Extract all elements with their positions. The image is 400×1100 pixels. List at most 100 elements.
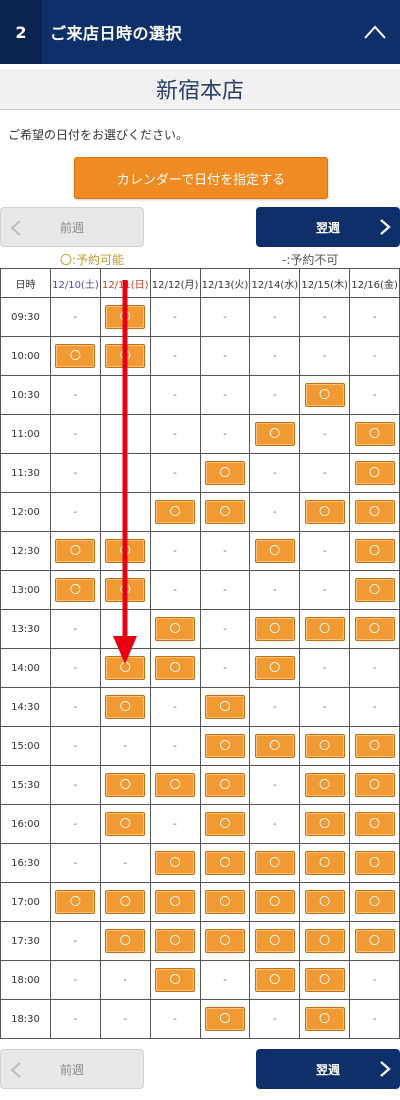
available-slot-button[interactable]: 〇 — [105, 539, 146, 563]
available-slot-button[interactable]: 〇 — [354, 890, 395, 914]
unavailable-slot: - — [249, 375, 301, 415]
available-slot-button[interactable]: 〇 — [105, 929, 146, 953]
available-slot-button[interactable]: 〇 — [155, 890, 196, 914]
available-slot-button[interactable]: 〇 — [304, 890, 345, 914]
available-slot-button[interactable]: 〇 — [155, 851, 196, 875]
available-slot-button[interactable]: 〇 — [204, 695, 245, 719]
available-slot-button[interactable]: 〇 — [204, 734, 245, 758]
time-label: 10:30 — [0, 375, 51, 415]
time-label: 17:30 — [0, 921, 51, 961]
available-slot-button[interactable]: 〇 — [155, 656, 196, 680]
available-slot-button[interactable]: 〇 — [304, 500, 345, 524]
time-row: 11:00- - - - 〇 - 〇 — [0, 414, 400, 454]
available-slot-button[interactable]: 〇 — [105, 695, 146, 719]
slot-cell: 〇 — [149, 921, 201, 961]
available-slot-button[interactable]: 〇 — [204, 890, 245, 914]
available-slot-button[interactable]: 〇 — [155, 773, 196, 797]
slot-cell: 〇 — [149, 648, 201, 688]
slot-cell: 〇 — [149, 609, 201, 649]
available-slot-button[interactable]: 〇 — [304, 812, 345, 836]
next-week-button-bottom[interactable]: 翌週 — [256, 1049, 400, 1089]
available-slot-button[interactable]: 〇 — [354, 851, 395, 875]
available-slot-button[interactable]: 〇 — [204, 929, 245, 953]
unavailable-slot: - — [99, 492, 151, 532]
unavailable-slot: - — [249, 687, 301, 727]
available-slot-button[interactable]: 〇 — [254, 734, 295, 758]
prev-week-button-bottom[interactable]: 前週 — [0, 1049, 144, 1089]
available-slot-button[interactable]: 〇 — [354, 617, 395, 641]
unavailable-slot: - — [50, 414, 101, 454]
available-slot-button[interactable]: 〇 — [304, 1007, 345, 1031]
slot-cell: 〇 — [349, 765, 400, 805]
available-slot-button[interactable]: 〇 — [354, 734, 395, 758]
available-slot-button[interactable]: 〇 — [155, 929, 196, 953]
available-slot-button[interactable]: 〇 — [354, 578, 395, 602]
available-slot-button[interactable]: 〇 — [354, 929, 395, 953]
available-slot-button[interactable]: 〇 — [204, 461, 245, 485]
time-row: 10:30- - - - - 〇 - — [0, 375, 400, 415]
available-slot-button[interactable]: 〇 — [354, 422, 395, 446]
available-slot-button[interactable]: 〇 — [105, 344, 146, 368]
unavailable-slot: - — [199, 336, 251, 376]
slot-cell: 〇 — [199, 492, 251, 532]
available-slot-button[interactable]: 〇 — [55, 890, 96, 914]
slot-cell: 〇 — [299, 765, 351, 805]
available-slot-button[interactable]: 〇 — [254, 929, 295, 953]
available-slot-button[interactable]: 〇 — [354, 812, 395, 836]
step-header[interactable]: 2 ご来店日時の選択 — [0, 0, 400, 64]
next-week-button[interactable]: 翌週 — [256, 207, 400, 247]
unavailable-slot: - — [349, 999, 400, 1039]
unavailable-slot: - — [299, 297, 351, 337]
available-slot-button[interactable]: 〇 — [354, 500, 395, 524]
available-slot-button[interactable]: 〇 — [55, 539, 96, 563]
available-slot-button[interactable]: 〇 — [354, 461, 395, 485]
prev-week-button[interactable]: 前週 — [0, 207, 144, 247]
instruction-text: ご希望の日付をお選びください。 — [8, 128, 189, 142]
available-slot-button[interactable]: 〇 — [155, 968, 196, 992]
legend-available: 〇:予約可能 — [60, 253, 125, 267]
available-slot-button[interactable]: 〇 — [304, 773, 345, 797]
available-slot-button[interactable]: 〇 — [105, 812, 146, 836]
available-slot-button[interactable]: 〇 — [254, 617, 295, 641]
available-slot-button[interactable]: 〇 — [55, 578, 96, 602]
available-slot-button[interactable]: 〇 — [204, 500, 245, 524]
available-slot-button[interactable]: 〇 — [105, 656, 146, 680]
slot-cell: 〇 — [249, 648, 301, 688]
time-label: 16:00 — [0, 804, 51, 844]
available-slot-button[interactable]: 〇 — [304, 734, 345, 758]
unavailable-slot: - — [149, 999, 201, 1039]
available-slot-button[interactable]: 〇 — [105, 773, 146, 797]
available-slot-button[interactable]: 〇 — [55, 344, 96, 368]
calendar-button[interactable]: カレンダーで日付を指定する — [74, 157, 328, 199]
slot-cell: 〇 — [99, 804, 151, 844]
available-slot-button[interactable]: 〇 — [254, 890, 295, 914]
available-slot-button[interactable]: 〇 — [304, 617, 345, 641]
available-slot-button[interactable]: 〇 — [105, 305, 146, 329]
available-slot-button[interactable]: 〇 — [354, 539, 395, 563]
table-header-row: 日時 12/10(土) 12/11(日) 12/12(月) 12/13(火) 12/14… — [0, 268, 400, 298]
available-slot-button[interactable]: 〇 — [254, 656, 295, 680]
available-slot-button[interactable]: 〇 — [204, 1007, 245, 1031]
available-slot-button[interactable]: 〇 — [204, 812, 245, 836]
unavailable-slot: - — [349, 297, 400, 337]
slot-cell: 〇 — [349, 453, 400, 493]
available-slot-button[interactable]: 〇 — [304, 851, 345, 875]
available-slot-button[interactable]: 〇 — [304, 383, 345, 407]
chevron-up-icon[interactable] — [364, 24, 386, 40]
unavailable-slot: - — [99, 726, 151, 766]
available-slot-button[interactable]: 〇 — [304, 929, 345, 953]
available-slot-button[interactable]: 〇 — [254, 539, 295, 563]
available-slot-button[interactable]: 〇 — [105, 890, 146, 914]
available-slot-button[interactable]: 〇 — [155, 617, 196, 641]
available-slot-button[interactable]: 〇 — [254, 968, 295, 992]
available-slot-button[interactable]: 〇 — [304, 968, 345, 992]
available-slot-button[interactable]: 〇 — [254, 422, 295, 446]
available-slot-button[interactable]: 〇 — [254, 851, 295, 875]
unavailable-slot: - — [149, 531, 201, 571]
available-slot-button[interactable]: 〇 — [204, 773, 245, 797]
available-slot-button[interactable]: 〇 — [204, 851, 245, 875]
available-slot-button[interactable]: 〇 — [155, 500, 196, 524]
available-slot-button[interactable]: 〇 — [105, 578, 146, 602]
unavailable-slot: - — [199, 297, 251, 337]
available-slot-button[interactable]: 〇 — [354, 773, 395, 797]
